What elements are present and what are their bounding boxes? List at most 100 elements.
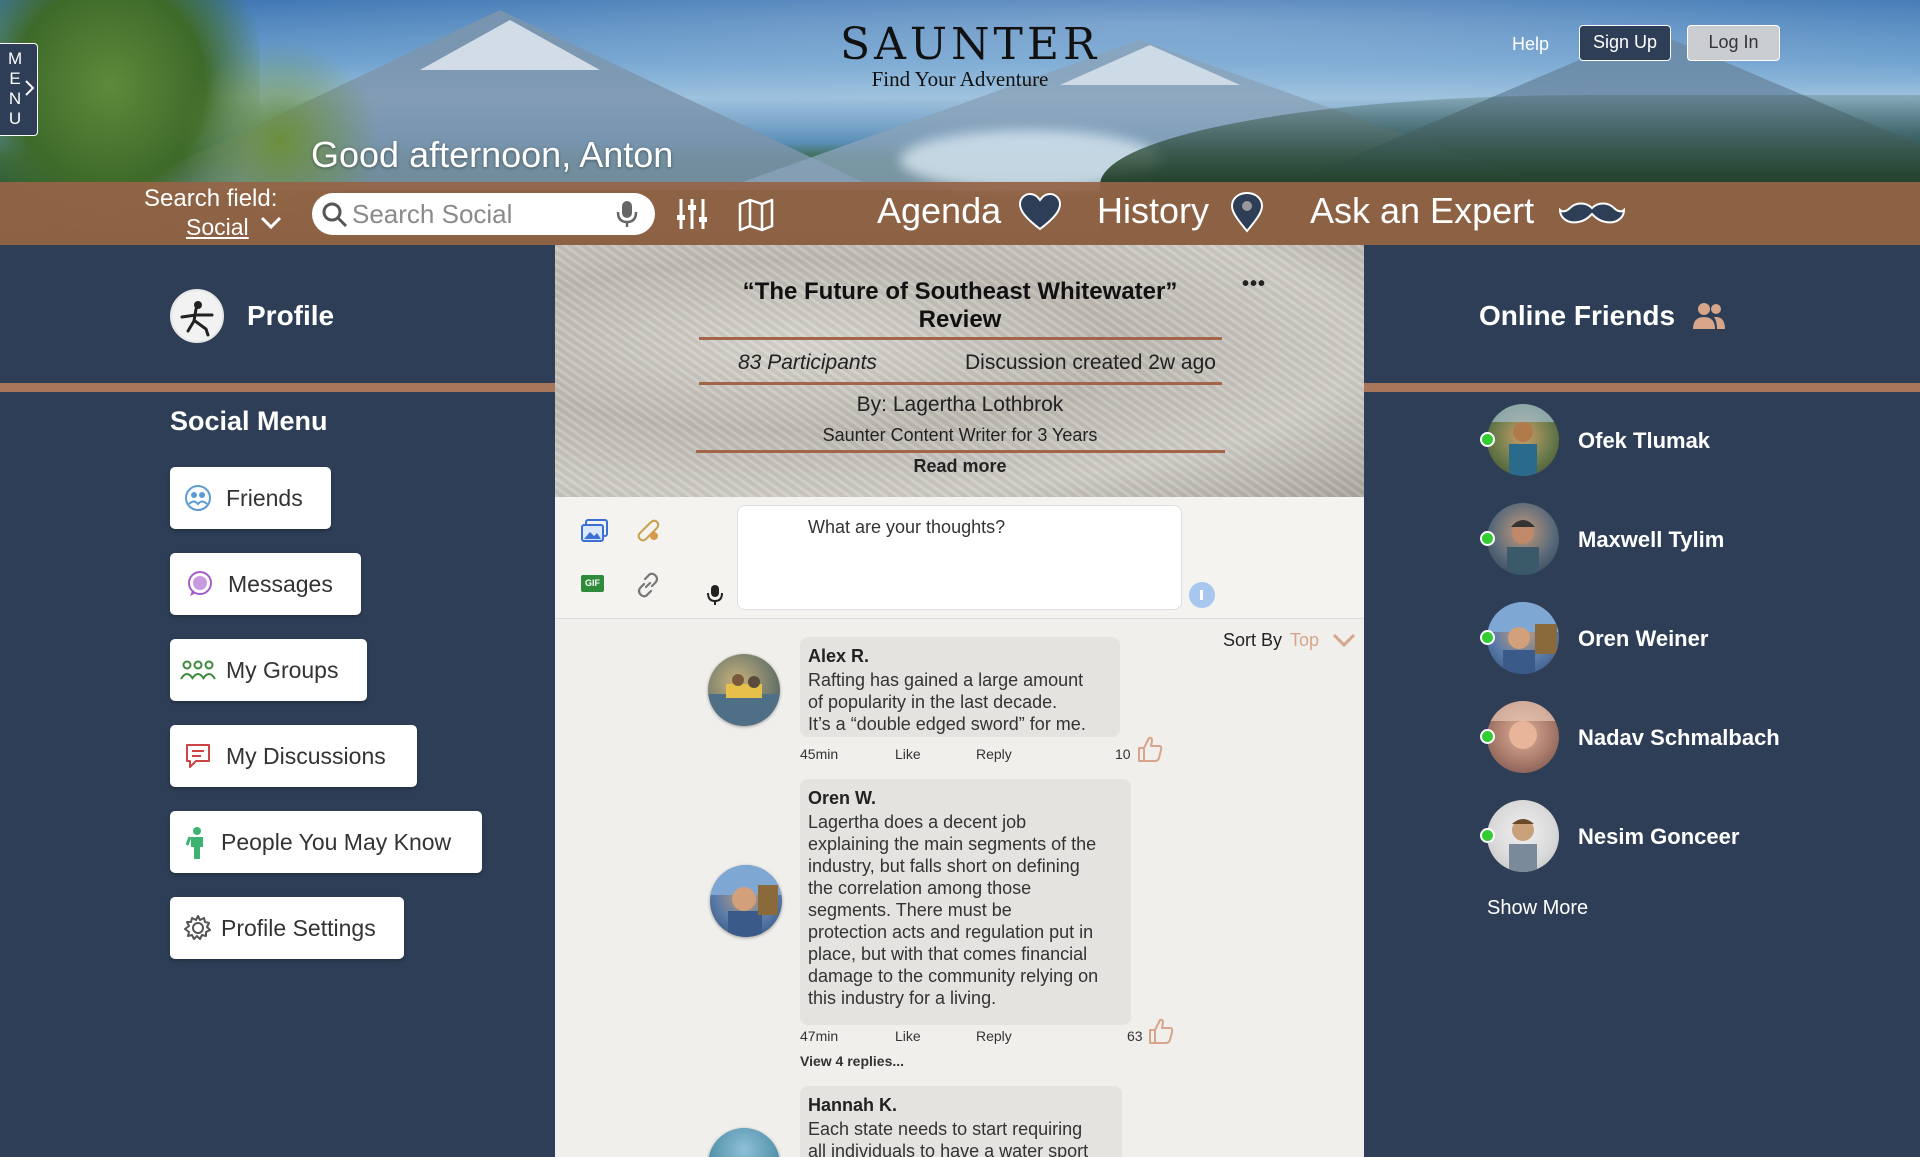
online-status-dot — [1480, 432, 1495, 447]
view-replies-link[interactable]: View 4 replies... — [800, 1053, 904, 1069]
messages-icon — [186, 570, 214, 604]
friend-name[interactable]: Nadav Schmalbach — [1578, 725, 1780, 751]
saunter-logo[interactable]: SAUNTER Find Your Adventure — [840, 19, 1101, 91]
map-pin-icon[interactable] — [1229, 191, 1265, 238]
discussion-created-time: Discussion created 2w ago — [965, 351, 1216, 374]
comment-time: 45min — [800, 746, 839, 762]
avatar[interactable] — [1487, 602, 1559, 674]
search-field-label: Search field: — [144, 185, 278, 212]
discussion-title[interactable]: “The Future of Southeast Whitewater” Rev… — [705, 278, 1215, 334]
profile-link[interactable]: Profile — [247, 300, 334, 332]
avatar[interactable] — [708, 1128, 780, 1157]
comment-line: Lagertha does a decent job — [808, 812, 1027, 832]
login-button[interactable]: Log In — [1687, 25, 1780, 61]
online-status-dot — [1480, 531, 1495, 546]
menu-tab[interactable]: M E N U — [0, 43, 38, 136]
comment-author[interactable]: Oren W. — [808, 787, 1123, 809]
heart-icon[interactable] — [1018, 192, 1062, 236]
filter-sliders-icon[interactable] — [675, 197, 709, 236]
discussion-author-role: Saunter Content Writer for 3 Years — [822, 425, 1098, 445]
reply-link[interactable]: Reply — [976, 746, 1012, 762]
nav-agenda[interactable]: Agenda — [877, 190, 1001, 232]
divider — [1364, 383, 1920, 392]
chevron-right-icon — [24, 79, 36, 102]
social-menu-my-discussions[interactable]: My Discussions — [170, 725, 417, 787]
more-options-icon[interactable]: ••• — [1242, 273, 1266, 296]
comment-input[interactable] — [737, 505, 1182, 610]
menu-item-label: Friends — [226, 485, 303, 511]
search-icon[interactable] — [321, 201, 349, 234]
thumbs-up-icon[interactable] — [1137, 735, 1163, 768]
image-upload-icon[interactable] — [581, 519, 609, 548]
friends-icon — [184, 484, 212, 518]
comment-line: industry, but falls short on defining — [808, 856, 1080, 876]
friend-name[interactable]: Ofek Tlumak — [1578, 428, 1710, 454]
comment-author[interactable]: Alex R. — [808, 645, 1112, 667]
menu-item-label: My Groups — [226, 657, 339, 683]
microphone-icon[interactable] — [616, 200, 638, 233]
comment-composer: GIF — [555, 497, 1364, 619]
link-icon[interactable] — [634, 571, 662, 604]
show-more-link[interactable]: Show More — [1487, 897, 1588, 920]
search-field-dropdown[interactable]: Social — [186, 214, 249, 241]
paperclip-icon[interactable] — [635, 517, 661, 548]
microphone-icon[interactable] — [707, 584, 723, 611]
online-status-dot — [1480, 729, 1495, 744]
comment-line: It’s a “double edged sword” for me. — [808, 714, 1086, 734]
search-input[interactable] — [352, 198, 602, 230]
gif-icon[interactable]: GIF — [581, 575, 604, 592]
comment-line: protection acts and regulation put in — [808, 922, 1094, 942]
menu-letter: U — [8, 109, 22, 128]
logo-title: SAUNTER — [840, 19, 1101, 70]
divider — [696, 450, 1225, 453]
avatar[interactable] — [1487, 701, 1559, 773]
comment-line: of popularity in the last decade. — [808, 692, 1058, 712]
social-menu-title: Social Menu — [170, 406, 328, 436]
map-icon[interactable] — [738, 198, 774, 237]
social-menu-friends[interactable]: Friends — [170, 467, 331, 529]
comment-time: 47min — [800, 1028, 839, 1044]
menu-item-label: My Discussions — [226, 743, 386, 769]
greeting-text: Good afternoon, Anton — [311, 134, 674, 175]
sort-dropdown[interactable]: Top — [1290, 630, 1319, 651]
menu-item-label: Messages — [228, 571, 333, 597]
logo-tagline: Find Your Adventure — [871, 67, 1049, 91]
avatar[interactable] — [170, 289, 224, 343]
like-count: 10 — [1115, 746, 1131, 762]
comment-line: damage to the community relying on — [808, 966, 1099, 986]
participants-count[interactable]: 83 Participants — [738, 351, 877, 375]
mustache-icon[interactable] — [1558, 200, 1626, 233]
comment-author[interactable]: Hannah K. — [808, 1094, 1114, 1116]
comment-line: all individuals to have a water sport — [808, 1141, 1089, 1157]
help-link[interactable]: Help — [1506, 31, 1555, 58]
sort-label: Sort By — [1223, 630, 1283, 650]
online-status-dot — [1480, 630, 1495, 645]
nav-history[interactable]: History — [1097, 190, 1209, 232]
social-menu-people-you-may-know[interactable]: People You May Know — [170, 811, 482, 873]
social-menu-profile-settings[interactable]: Profile Settings — [170, 897, 404, 959]
avatar[interactable] — [708, 654, 780, 726]
friend-name[interactable]: Maxwell Tylim — [1578, 527, 1724, 553]
like-link[interactable]: Like — [895, 1028, 921, 1044]
avatar[interactable] — [710, 865, 782, 937]
people-icon — [1692, 301, 1726, 336]
search-bar[interactable] — [312, 193, 655, 235]
social-menu-messages[interactable]: Messages — [170, 553, 361, 615]
menu-letter: N — [8, 89, 22, 108]
social-menu-my-groups[interactable]: My Groups — [170, 639, 367, 701]
avatar[interactable] — [1487, 503, 1559, 575]
avatar[interactable] — [1487, 404, 1559, 476]
friend-name[interactable]: Nesim Gonceer — [1578, 824, 1739, 850]
online-status-dot — [1480, 828, 1495, 843]
thumbs-up-icon[interactable] — [1148, 1017, 1174, 1050]
chevron-down-icon[interactable] — [259, 213, 283, 236]
send-button[interactable] — [1189, 582, 1215, 608]
chevron-down-icon[interactable] — [1331, 631, 1357, 654]
reply-link[interactable]: Reply — [976, 1028, 1012, 1044]
signup-button[interactable]: Sign Up — [1579, 25, 1671, 61]
nav-ask-expert[interactable]: Ask an Expert — [1310, 190, 1534, 232]
friend-name[interactable]: Oren Weiner — [1578, 626, 1708, 652]
avatar[interactable] — [1487, 800, 1559, 872]
read-more-link[interactable]: Read more — [705, 456, 1215, 477]
like-link[interactable]: Like — [895, 746, 921, 762]
